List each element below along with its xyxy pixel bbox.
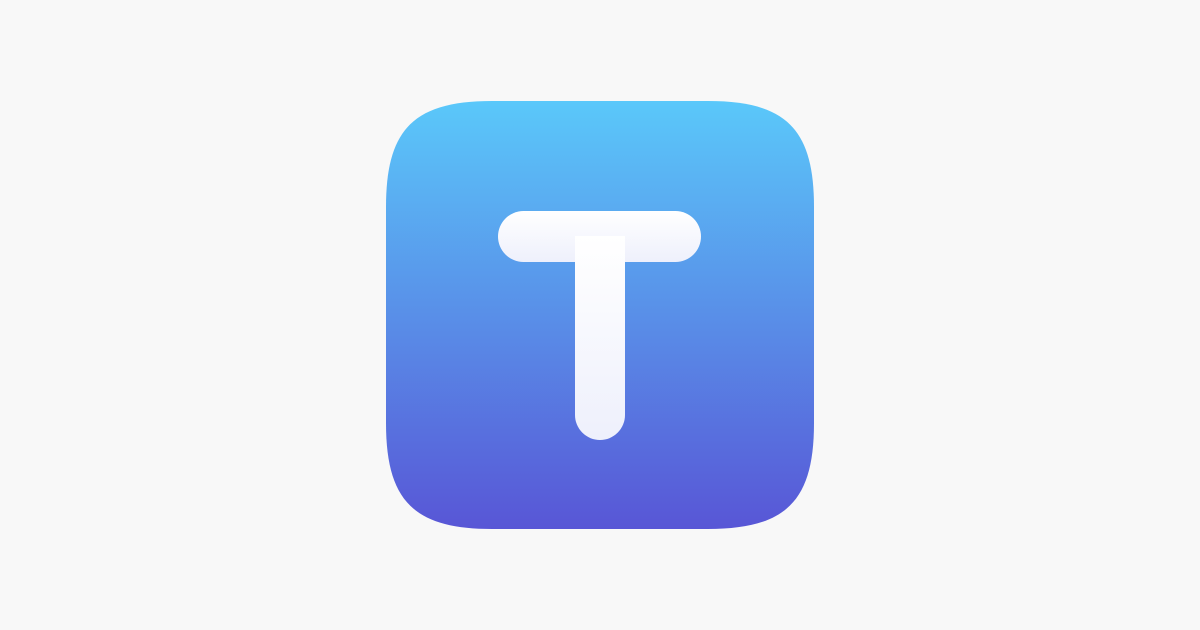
page bbox=[0, 0, 1200, 630]
t-stem bbox=[575, 236, 625, 440]
app-icon bbox=[386, 101, 814, 529]
t-letter-icon bbox=[386, 101, 814, 529]
